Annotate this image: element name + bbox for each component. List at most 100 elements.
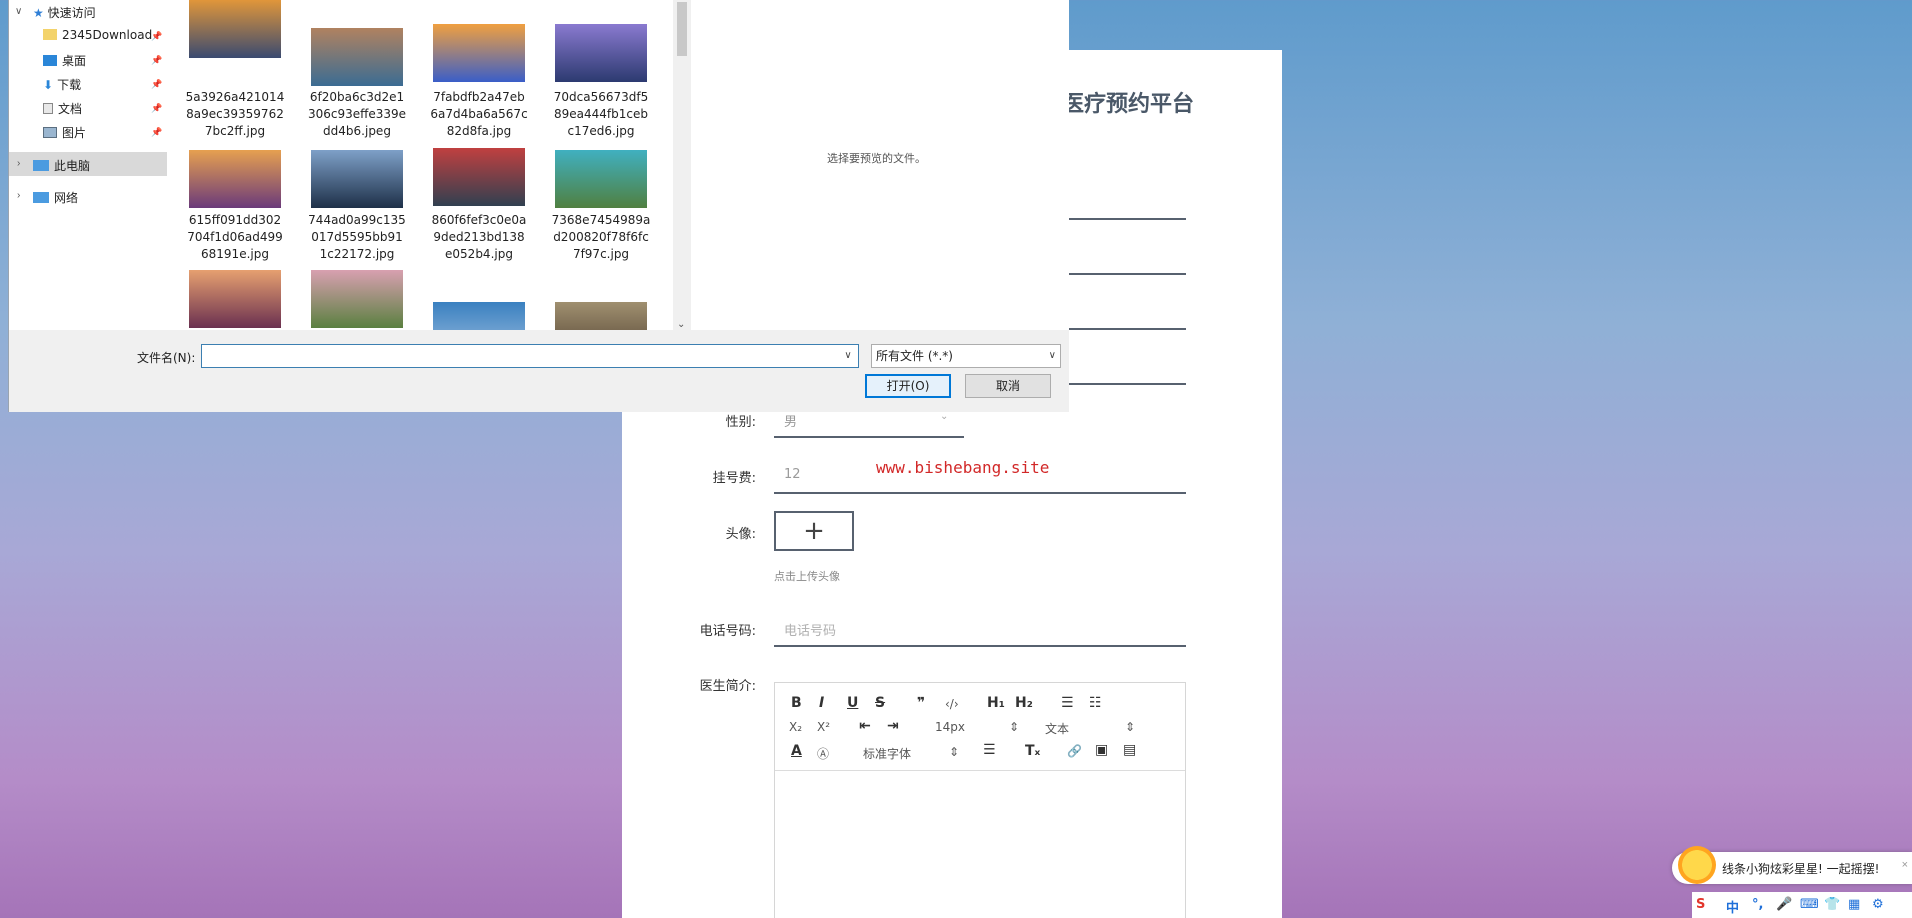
nav-item-label: 桌面 (62, 54, 87, 68)
chevron-down-icon[interactable]: ∨ (15, 6, 22, 17)
bold-button[interactable]: B (791, 695, 802, 711)
file-name[interactable]: 70dca56673df5 89ea444fb1ceb c17ed6.jpg (540, 89, 662, 140)
nav-item-2345download[interactable]: 2345Download (43, 28, 152, 42)
strike-button[interactable]: S (875, 695, 885, 711)
nav-item-label: 2345Download (62, 28, 153, 42)
outdent-button[interactable]: ⇤ (859, 718, 871, 734)
chevron-down-icon: ⌄ (940, 411, 949, 422)
bullet-list-button[interactable]: ☷ (1089, 695, 1102, 711)
image-icon[interactable]: ▣ (1095, 742, 1108, 758)
background-color-button[interactable]: Ⓐ (817, 745, 829, 762)
nav-item-desktop[interactable]: 桌面 (43, 52, 86, 69)
subscript-button[interactable]: X₂ (789, 720, 802, 734)
video-icon[interactable]: ▤ (1123, 742, 1136, 758)
file-thumbnail[interactable] (189, 270, 281, 328)
nav-item-network[interactable]: 网络 (33, 189, 78, 206)
indent-button[interactable]: ⇥ (887, 718, 899, 734)
chevron-down-icon[interactable]: ⌄ (677, 319, 685, 330)
field-underline (774, 645, 1186, 647)
file-name[interactable]: 6f20ba6c3d2e1 306c93effe339e dd4b6.jpeg (296, 89, 418, 140)
navigation-pane: ∨ ★ 快速访问 2345Download 📌 桌面 📌 ⬇ 下载 📌 文档 📌 … (9, 0, 169, 330)
nav-item-label: 图片 (62, 126, 87, 140)
toolbox-icon[interactable]: ▦ (1848, 897, 1860, 912)
code-button[interactable]: ‹/› (945, 697, 959, 711)
ime-mode-toggle[interactable]: 中 (1726, 897, 1739, 916)
plus-icon: + (803, 516, 825, 546)
scrollbar-thumb[interactable] (677, 2, 687, 56)
gender-select[interactable]: 男 (784, 411, 797, 430)
file-name[interactable]: 5a3926a421014 8a9ec39359762 7bc2ff.jpg (181, 89, 296, 140)
chevron-down-icon[interactable]: ∨ (837, 344, 859, 368)
quote-button[interactable]: ❞ (917, 695, 925, 711)
file-type-filter[interactable]: 所有文件 (*.*) ∨ (871, 344, 1061, 368)
file-thumbnail[interactable] (433, 24, 525, 82)
file-thumbnail[interactable] (555, 302, 647, 330)
nav-item-quick-access[interactable]: ★ 快速访问 (33, 4, 96, 21)
file-thumbnail[interactable] (311, 270, 403, 328)
file-name[interactable]: 7fabdfb2a47eb 6a7d4ba6a567c 82d8fa.jpg (418, 89, 540, 140)
settings-icon[interactable]: ⚙ (1872, 897, 1884, 912)
mouse-cursor-icon (106, 56, 113, 70)
network-icon (33, 192, 49, 203)
filename-label: 文件名(N): (137, 351, 196, 365)
file-name[interactable]: 860f6fef3c0e0a 9ded213bd138 e052b4.jpg (418, 212, 540, 263)
italic-button[interactable]: I (819, 695, 824, 711)
nav-item-pictures[interactable]: 图片 (43, 124, 86, 141)
download-icon: ⬇ (43, 78, 54, 92)
font-color-button[interactable]: A (791, 743, 802, 759)
microphone-icon[interactable]: 🎤 (1776, 897, 1792, 912)
folder-icon (43, 29, 57, 40)
nav-item-documents[interactable]: 文档 (43, 100, 82, 117)
file-thumbnail[interactable] (555, 24, 647, 82)
fee-input[interactable]: 12 (784, 467, 801, 482)
nav-item-downloads[interactable]: ⬇ 下载 (43, 76, 81, 93)
ordered-list-button[interactable]: ☰ (1061, 695, 1074, 711)
chevron-right-icon[interactable]: › (17, 190, 20, 201)
file-thumbnail[interactable] (189, 0, 281, 58)
file-thumbnail[interactable] (311, 28, 403, 86)
underline-button[interactable]: U (847, 695, 858, 711)
nav-item-this-pc[interactable]: 此电脑 (33, 157, 90, 174)
field-underline (774, 492, 1186, 494)
superscript-button[interactable]: X² (817, 720, 830, 734)
pin-icon: 📌 (151, 55, 163, 65)
cancel-button[interactable]: 取消 (965, 374, 1051, 398)
document-icon (43, 103, 53, 114)
chevron-right-icon[interactable]: › (17, 158, 20, 169)
link-icon[interactable]: 🔗 (1067, 744, 1082, 758)
file-thumbnail[interactable] (189, 150, 281, 208)
open-button[interactable]: 打开(O) (865, 374, 951, 398)
skin-icon[interactable]: 👕 (1824, 897, 1840, 912)
font-size-select[interactable]: 14px (935, 720, 965, 734)
h2-button[interactable]: H₂ (1015, 695, 1033, 711)
file-name[interactable]: 7368e7454989a d200820f78f6fc 7f97c.jpg (540, 212, 662, 263)
rich-text-editor[interactable]: B I U S ❞ ‹/› H₁ H₂ ☰ ☷ X₂ X² ⇤ ⇥ 14px ⇕… (774, 682, 1186, 918)
file-thumbnail[interactable] (311, 150, 403, 208)
file-list-scrollbar[interactable]: ⌄ (673, 0, 691, 330)
intro-label: 医生简介: (699, 679, 756, 694)
file-name[interactable]: 615ff091dd302 704f1d06ad499 68191e.jpg (181, 212, 296, 263)
filter-value: 所有文件 (*.*) (876, 349, 953, 363)
file-name[interactable]: 744ad0a99c135 017d5595bb91 1c22172.jpg (296, 212, 418, 263)
keyboard-icon[interactable]: ⌨ (1800, 897, 1819, 912)
h1-button[interactable]: H₁ (987, 695, 1005, 711)
nav-item-label: 文档 (58, 102, 83, 116)
align-button[interactable]: ☰ (983, 742, 996, 758)
avatar-upload-button[interactable]: + (774, 511, 854, 551)
font-family-select[interactable]: 标准字体 (863, 745, 911, 762)
file-thumbnail[interactable] (555, 150, 647, 208)
file-thumbnail[interactable] (433, 302, 525, 330)
clear-format-button[interactable]: Tₓ (1025, 743, 1040, 759)
notification-bubble[interactable]: 线条小狗炫彩星星! 一起摇摆! × (1672, 846, 1912, 884)
ime-punct-toggle[interactable]: °, (1752, 897, 1763, 912)
header-select[interactable]: 文本 (1045, 720, 1069, 737)
field-underline (774, 436, 964, 438)
filename-input[interactable] (201, 344, 859, 368)
pin-icon: 📌 (151, 103, 163, 113)
phone-input[interactable]: 电话号码 (784, 620, 836, 639)
picture-icon (43, 127, 57, 138)
file-thumbnail[interactable] (433, 148, 525, 206)
editor-toolbar: B I U S ❞ ‹/› H₁ H₂ ☰ ☷ X₂ X² ⇤ ⇥ 14px ⇕… (775, 683, 1185, 771)
sogou-logo-icon[interactable]: S (1696, 897, 1705, 912)
close-icon[interactable]: × (1902, 859, 1908, 871)
